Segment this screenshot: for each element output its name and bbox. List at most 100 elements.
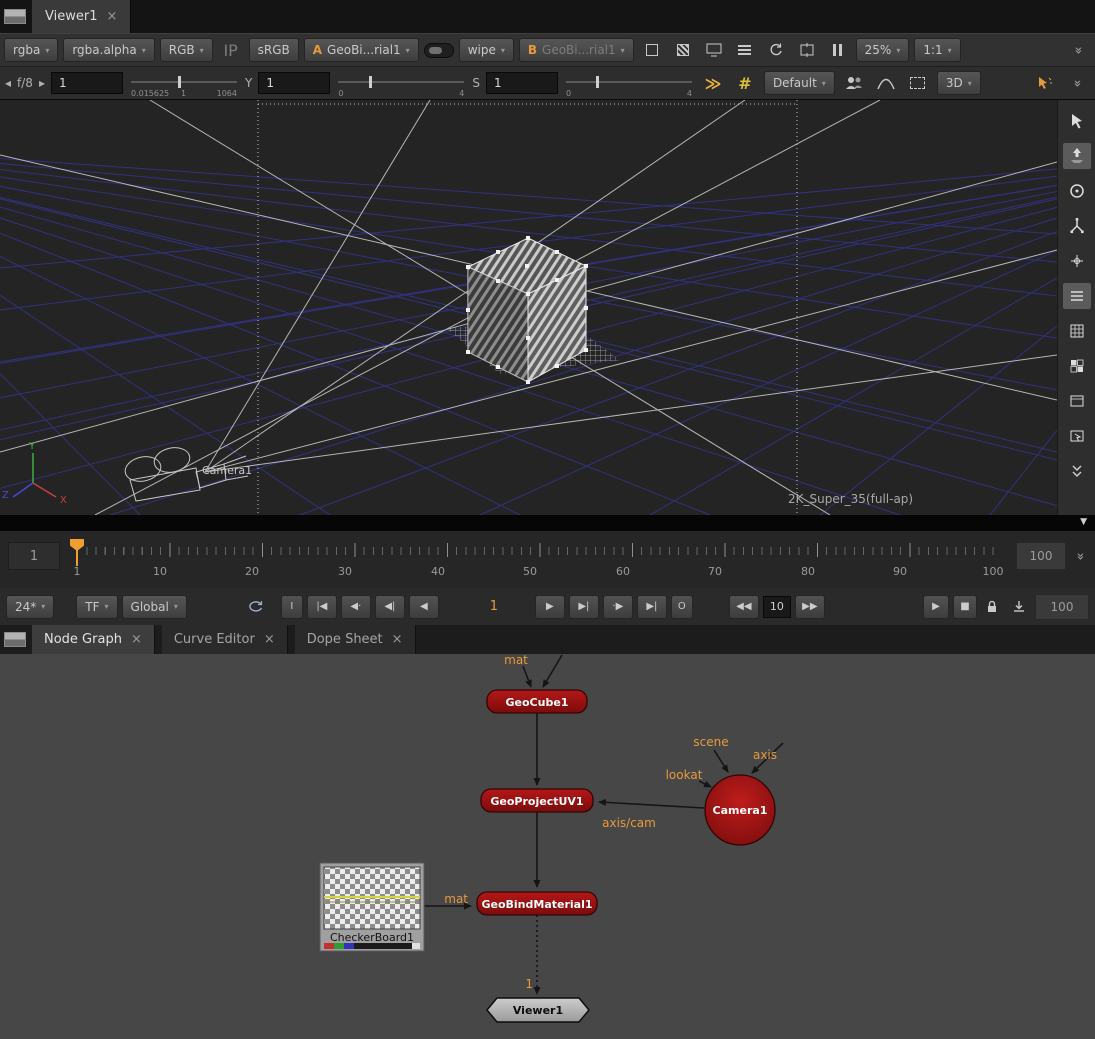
timeline-end-frame[interactable]: 100 bbox=[1016, 542, 1066, 570]
ip-toggle[interactable]: IP bbox=[218, 38, 244, 62]
wipe-blend-slider[interactable] bbox=[424, 43, 454, 58]
view-mode-dropdown[interactable]: 3D▾ bbox=[937, 71, 981, 95]
roi-mode-dropdown[interactable]: Default▾ bbox=[764, 71, 835, 95]
saturation-field[interactable]: 1 bbox=[486, 72, 558, 94]
tab-node-graph[interactable]: Node Graph× bbox=[32, 625, 155, 654]
translate-tool-icon[interactable] bbox=[1062, 142, 1092, 170]
step-back-button[interactable]: ◀| bbox=[375, 595, 405, 619]
go-to-start-button[interactable]: |◀ bbox=[307, 595, 337, 619]
fstop-prev-icon[interactable]: ◂ bbox=[5, 76, 11, 90]
transport-end-frame[interactable]: 100 bbox=[1035, 594, 1089, 620]
refresh-icon[interactable] bbox=[763, 38, 789, 62]
curve-icon[interactable] bbox=[873, 71, 899, 95]
slider-handle[interactable] bbox=[178, 76, 181, 88]
current-frame[interactable]: 1 bbox=[471, 599, 517, 614]
gain-field[interactable]: 1 bbox=[51, 72, 123, 94]
timeline-mode-dropdown[interactable]: TF▾ bbox=[76, 595, 117, 619]
node-camera1[interactable]: Camera1 bbox=[705, 775, 775, 845]
alpha-dropdown[interactable]: rgba.alpha▾ bbox=[63, 38, 154, 62]
step-forward-button[interactable]: ▶| bbox=[569, 595, 599, 619]
fps-dropdown[interactable]: 24*▾ bbox=[6, 595, 54, 619]
frame-increment-field[interactable]: 10 bbox=[763, 596, 791, 618]
toolbar-overflow-icon[interactable]: » bbox=[1065, 38, 1091, 62]
safe-zone-icon[interactable] bbox=[794, 38, 820, 62]
panel-grip-icon[interactable] bbox=[4, 632, 26, 647]
lattice-icon[interactable] bbox=[1062, 317, 1092, 345]
playback-mode-icon[interactable] bbox=[243, 595, 269, 619]
gain-slider[interactable]: 0.015625 1 1064 bbox=[129, 68, 239, 98]
display-channel-dropdown[interactable]: RGB▾ bbox=[160, 38, 213, 62]
zoom-dropdown[interactable]: 25%▾ bbox=[856, 38, 910, 62]
slider-handle[interactable] bbox=[596, 76, 599, 88]
timeline-overflow-icon[interactable]: » bbox=[1076, 545, 1084, 564]
close-icon[interactable]: × bbox=[106, 9, 117, 24]
range-dropdown[interactable]: Global▾ bbox=[122, 595, 187, 619]
go-to-end-button[interactable]: ▶| bbox=[637, 595, 667, 619]
node-checkerboard1[interactable]: CheckerBoard1 bbox=[320, 863, 424, 951]
expand-strip-icon[interactable]: ▼ bbox=[1080, 517, 1087, 527]
panel-grip-icon[interactable] bbox=[4, 9, 26, 24]
node-graph-canvas[interactable]: mat scene axis lookat axis/cam mat 1 Geo… bbox=[0, 654, 1095, 1039]
scale-max: 4 bbox=[459, 89, 464, 98]
gamma-field[interactable]: 1 bbox=[258, 72, 330, 94]
close-icon[interactable]: × bbox=[264, 632, 275, 647]
monitor-out-icon[interactable] bbox=[701, 38, 727, 62]
timeline-ruler-major-ticks[interactable] bbox=[77, 543, 995, 557]
node-geocube1[interactable]: GeoCube1 bbox=[487, 690, 587, 713]
flipbook-button[interactable]: ▶ bbox=[923, 595, 949, 619]
select-cursor-icon[interactable] bbox=[1062, 107, 1092, 135]
node-geoprojectuv1[interactable]: GeoProjectUV1 bbox=[481, 789, 593, 812]
overlay-lines-icon[interactable] bbox=[732, 38, 758, 62]
checkerboard-bg-icon[interactable] bbox=[670, 38, 696, 62]
timeline-start-frame[interactable]: 1 bbox=[8, 542, 60, 570]
wand-icon[interactable] bbox=[1032, 71, 1058, 95]
frame-select-icon[interactable] bbox=[1062, 422, 1092, 450]
play-backward-button[interactable]: ◀ bbox=[409, 595, 439, 619]
grid-hash-icon[interactable]: # bbox=[732, 71, 758, 95]
viewer-3d-viewport[interactable]: Camera1 Y X Z 2K_Super_35(full-ap) bbox=[0, 100, 1057, 515]
clipping-warning-icon[interactable] bbox=[639, 38, 665, 62]
collapse-toolbar-icon[interactable] bbox=[1062, 457, 1092, 485]
fstop-next-icon[interactable]: ▸ bbox=[39, 76, 45, 90]
close-icon[interactable]: × bbox=[392, 632, 403, 647]
gamma-slider[interactable]: 0 4 bbox=[336, 68, 466, 98]
scale-tool-icon[interactable] bbox=[1062, 212, 1092, 240]
lut-dropdown[interactable]: sRGB bbox=[249, 38, 299, 62]
pause-icon[interactable] bbox=[825, 38, 851, 62]
play-button[interactable]: ▶ bbox=[535, 595, 565, 619]
input-b-dropdown[interactable]: BGeoBi...rial1▾ bbox=[519, 38, 634, 62]
jump-back-button[interactable]: ◀◀ bbox=[729, 595, 759, 619]
saturation-slider[interactable]: 0 4 bbox=[564, 68, 694, 98]
next-keyframe-button[interactable]: ·▶ bbox=[603, 595, 633, 619]
wipe-mode-dropdown[interactable]: wipe▾ bbox=[459, 38, 514, 62]
frame-icon[interactable] bbox=[1062, 387, 1092, 415]
export-icon[interactable] bbox=[1007, 595, 1031, 619]
timeline[interactable]: 1 1 10 20 30 40 50 60 70 80 90 100 100 » bbox=[0, 531, 1095, 588]
set-out-button[interactable]: O bbox=[671, 595, 693, 619]
node-geobindmaterial1[interactable]: GeoBindMaterial1 bbox=[477, 892, 597, 915]
tab-viewer1[interactable]: Viewer1 × bbox=[32, 0, 131, 33]
checker-display-icon[interactable] bbox=[1062, 352, 1092, 380]
slider-handle[interactable] bbox=[429, 47, 442, 54]
toolbar-overflow-icon[interactable]: » bbox=[1064, 71, 1090, 95]
lock-range-icon[interactable] bbox=[981, 595, 1003, 619]
tab-curve-editor[interactable]: Curve Editor× bbox=[162, 625, 288, 654]
stage-light-icon[interactable]: ≫ bbox=[700, 71, 726, 95]
tab-dope-sheet[interactable]: Dope Sheet× bbox=[295, 625, 416, 654]
snap-icon[interactable] bbox=[1062, 247, 1092, 275]
set-in-button[interactable]: I bbox=[281, 595, 303, 619]
layer-dropdown[interactable]: rgba▾ bbox=[4, 38, 58, 62]
layers-icon[interactable] bbox=[1062, 282, 1092, 310]
jump-forward-button[interactable]: ▶▶ bbox=[795, 595, 825, 619]
close-icon[interactable]: × bbox=[131, 632, 142, 647]
rotate-tool-icon[interactable] bbox=[1062, 177, 1092, 205]
slider-handle[interactable] bbox=[369, 76, 372, 88]
node-viewer1[interactable]: Viewer1 bbox=[487, 998, 589, 1022]
prev-keyframe-button[interactable]: ◀· bbox=[341, 595, 371, 619]
input-a-dropdown[interactable]: AGeoBi...rial1▾ bbox=[304, 38, 419, 62]
masks-icon[interactable] bbox=[841, 71, 867, 95]
proxy-dropdown[interactable]: 1:1▾ bbox=[914, 38, 960, 62]
fstop-label[interactable]: f/8 bbox=[17, 76, 33, 90]
render-button[interactable]: ■ bbox=[953, 595, 977, 619]
marquee-select-icon[interactable] bbox=[905, 71, 931, 95]
